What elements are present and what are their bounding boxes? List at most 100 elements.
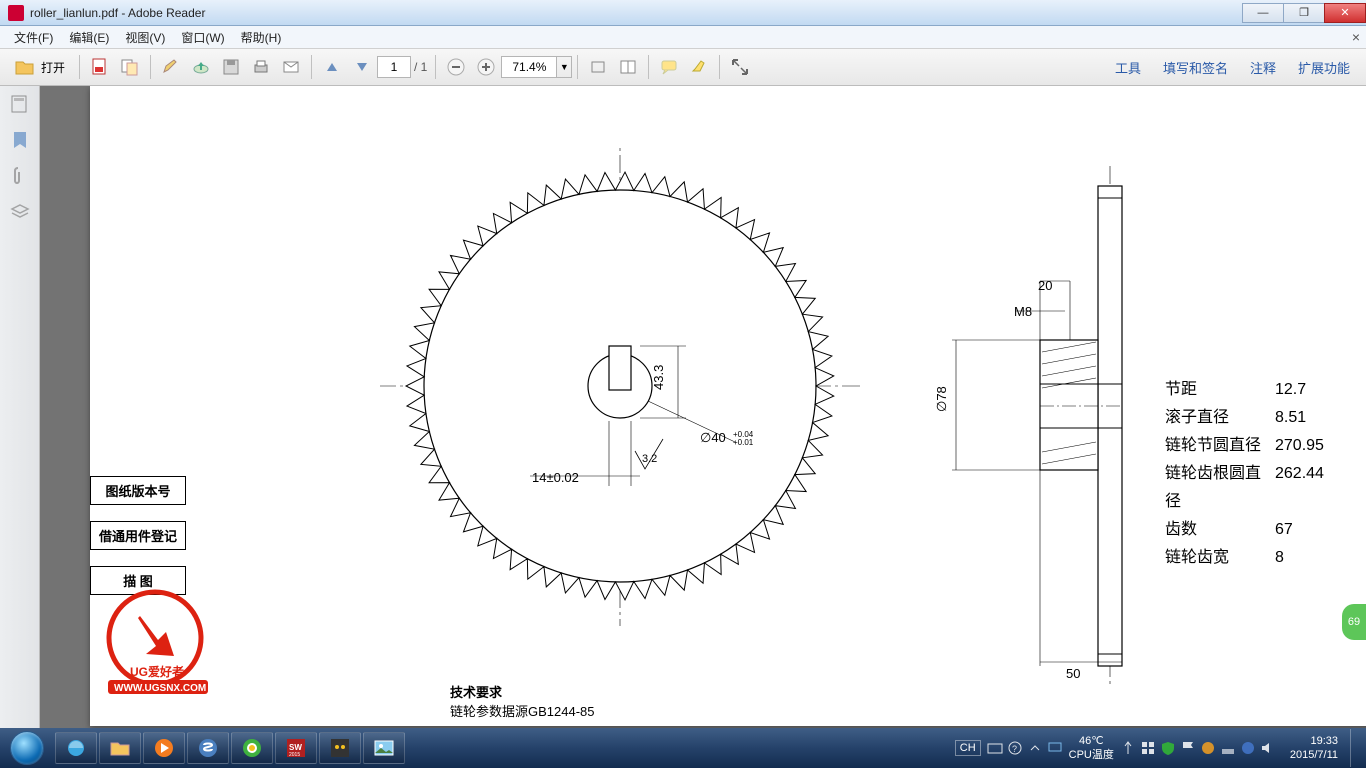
spec-width-value: 8 (1275, 544, 1345, 572)
fill-sign-link[interactable]: 填写和签名 (1153, 58, 1238, 77)
task-media[interactable] (143, 732, 185, 764)
maximize-button[interactable]: ❐ (1283, 3, 1325, 23)
email-button[interactable] (277, 53, 305, 81)
svg-text:?: ? (1012, 744, 1017, 754)
show-desktop-button[interactable] (1350, 729, 1358, 767)
minus-icon (447, 58, 465, 76)
svg-text:M8: M8 (1014, 304, 1032, 319)
arrow-down-icon (355, 60, 369, 74)
menu-bar: 文件(F) 编辑(E) 视图(V) 窗口(W) 帮助(H) × (0, 26, 1366, 48)
tray-shield-icon[interactable] (1160, 740, 1176, 756)
task-browser[interactable] (187, 732, 229, 764)
menu-file[interactable]: 文件(F) (6, 29, 61, 46)
page-number-input[interactable] (377, 56, 411, 78)
menu-edit[interactable]: 编辑(E) (61, 29, 117, 46)
task-image[interactable] (363, 732, 405, 764)
temp-label: CPU温度 (1069, 748, 1114, 762)
temp-value: 46℃ (1069, 734, 1114, 748)
expand-icon (731, 58, 749, 76)
register-label: 借通用件登记 (90, 521, 186, 550)
share-button[interactable] (187, 53, 215, 81)
tray-keyboard-icon[interactable] (987, 740, 1003, 756)
sign-button[interactable] (157, 53, 185, 81)
spec-root-label: 链轮齿根圆直径 (1165, 460, 1275, 516)
tray-clock[interactable]: 19:33 2015/7/11 (1290, 734, 1338, 762)
open-button[interactable]: 打开 (7, 53, 73, 81)
tray-arrow-icon[interactable] (1027, 740, 1043, 756)
create-pdf-button[interactable] (86, 53, 114, 81)
nav-rail (0, 86, 40, 728)
layers-icon[interactable] (10, 202, 30, 222)
tray-network-icon[interactable] (1220, 740, 1236, 756)
start-button[interactable] (0, 728, 54, 768)
tray-flag-icon[interactable] (1180, 740, 1196, 756)
cpu-temp[interactable]: 46℃ CPU温度 (1069, 734, 1114, 762)
zoom-input[interactable] (501, 56, 557, 78)
tools-link[interactable]: 工具 (1105, 58, 1151, 77)
spec-root-value: 262.44 (1275, 460, 1345, 516)
zoom-in-button[interactable] (472, 53, 500, 81)
techreq-line1: 链轮参数据源GB1244-85 (450, 701, 595, 720)
tray-help-icon[interactable]: ? (1007, 740, 1023, 756)
svg-text:WWW.UGSNX.COM: WWW.UGSNX.COM (114, 683, 206, 694)
task-explorer[interactable] (99, 732, 141, 764)
app-icon (8, 5, 24, 21)
zoom-out-button[interactable] (442, 53, 470, 81)
menu-close-icon[interactable]: × (1352, 29, 1360, 45)
extended-link[interactable]: 扩展功能 (1288, 58, 1360, 77)
task-360[interactable] (231, 732, 273, 764)
task-ie[interactable] (55, 732, 97, 764)
cloud-up-icon (192, 58, 210, 76)
tray-grid-icon[interactable] (1140, 740, 1156, 756)
spec-roller-value: 8.51 (1275, 404, 1345, 432)
arrow-up-icon (325, 60, 339, 74)
ime-indicator[interactable]: CH (955, 740, 981, 756)
menu-help[interactable]: 帮助(H) (233, 29, 290, 46)
document-viewport[interactable]: 14±0.02 43.3 ∅40 +0.04 +0.01 3.2 (40, 86, 1366, 728)
tool-book-button[interactable] (614, 53, 642, 81)
solidworks-icon: SW2015 (285, 737, 307, 759)
book-icon (619, 58, 637, 76)
bookmark-icon[interactable] (10, 130, 30, 150)
comment-bubble-button[interactable] (655, 53, 683, 81)
pdf-page: 14±0.02 43.3 ∅40 +0.04 +0.01 3.2 (90, 86, 1366, 726)
highlight-button[interactable] (685, 53, 713, 81)
task-solidworks[interactable]: SW2015 (275, 732, 317, 764)
tech-requirements: 技术要求 链轮参数据源GB1244-85 (450, 682, 595, 720)
page-total: / 1 (414, 60, 427, 74)
spec-pitch-label: 节距 (1165, 376, 1275, 404)
side-bubble[interactable]: 69 (1342, 604, 1366, 640)
fullscreen-button[interactable] (726, 53, 754, 81)
tray-orange-icon[interactable] (1200, 740, 1216, 756)
task-cat[interactable] (319, 732, 361, 764)
spec-teeth-label: 齿数 (1165, 516, 1275, 544)
media-icon (153, 737, 175, 759)
minimize-button[interactable]: — (1242, 3, 1284, 23)
comment-link[interactable]: 注释 (1240, 58, 1286, 77)
open-label: 打开 (41, 59, 65, 76)
clock-date: 2015/7/11 (1290, 748, 1338, 762)
svg-text:∅40: ∅40 (700, 430, 726, 445)
hand-icon (589, 58, 607, 76)
svg-text:3.2: 3.2 (642, 453, 657, 465)
spec-width-label: 链轮齿宽 (1165, 544, 1275, 572)
save-button[interactable] (217, 53, 245, 81)
close-button[interactable]: ✕ (1324, 3, 1366, 23)
thumbnails-icon[interactable] (10, 94, 30, 114)
folder-open-icon (15, 58, 35, 76)
tray-m-icon[interactable] (1240, 740, 1256, 756)
convert-icon (121, 58, 139, 76)
zoom-dropdown-icon[interactable]: ▼ (556, 56, 572, 78)
revision-label: 图纸版本号 (90, 476, 186, 505)
print-button[interactable] (247, 53, 275, 81)
page-prev-button[interactable] (318, 53, 346, 81)
tray-usb-icon[interactable] (1120, 740, 1136, 756)
tool-select-button[interactable] (584, 53, 612, 81)
menu-window[interactable]: 窗口(W) (173, 29, 232, 46)
tray-monitor-icon[interactable] (1047, 740, 1063, 756)
convert-button[interactable] (116, 53, 144, 81)
tray-volume-icon[interactable] (1260, 740, 1276, 756)
page-next-button[interactable] (348, 53, 376, 81)
attachment-icon[interactable] (10, 166, 30, 186)
menu-view[interactable]: 视图(V) (117, 29, 173, 46)
